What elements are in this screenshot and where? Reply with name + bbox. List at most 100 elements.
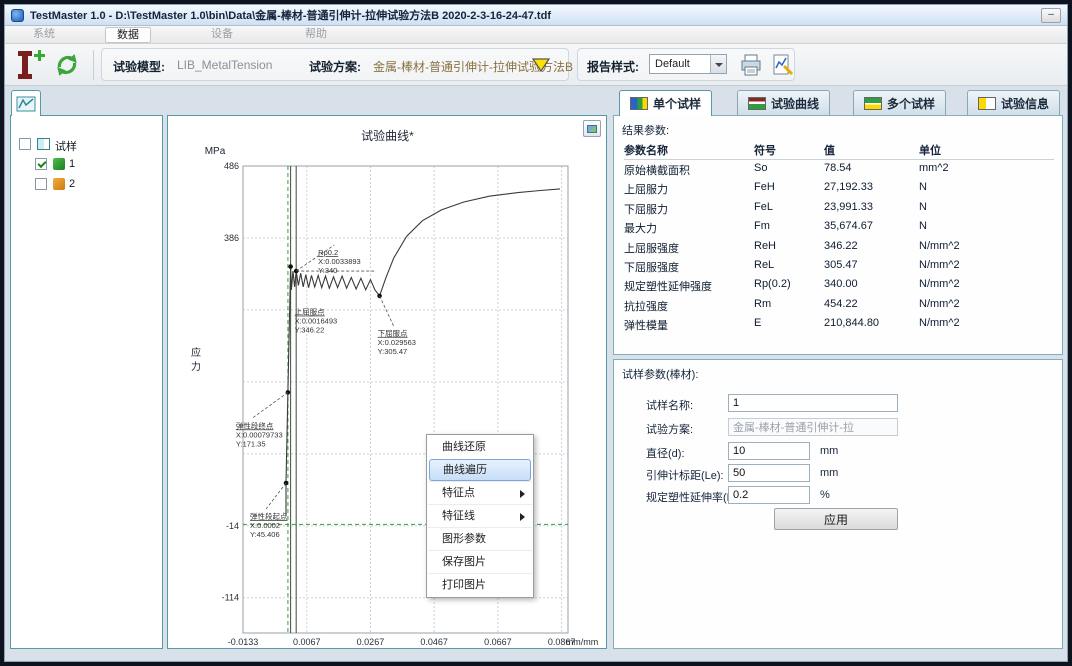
svg-text:mm/mm: mm/mm: [566, 637, 599, 647]
table-row: 上屈服力FeH27,192.33N: [624, 181, 1054, 200]
specimen-name-label: 试样名称:: [646, 397, 693, 413]
toolbar-separator: [93, 50, 94, 80]
scheme-field-value: [728, 418, 898, 436]
svg-text:试验曲线*: 试验曲线*: [361, 128, 414, 143]
scheme-label: 试验方案:: [309, 58, 361, 75]
column-header: 单位: [919, 142, 941, 158]
report-style-value: Default: [655, 58, 690, 70]
table-cell: 346.22: [824, 240, 858, 252]
combo-arrow-icon[interactable]: [710, 55, 726, 73]
diameter-unit: mm: [820, 445, 838, 457]
report-design-button[interactable]: [767, 49, 799, 81]
menu-item-feature-lines[interactable]: 特征线: [428, 504, 532, 527]
table-cell: So: [754, 162, 767, 174]
menu-item-graph-parameters[interactable]: 图形参数: [428, 527, 532, 550]
svg-text:-14: -14: [226, 521, 239, 531]
specimen-2-checkbox[interactable]: [35, 178, 47, 190]
table-cell: Rm: [754, 298, 771, 310]
svg-text:-0.0133: -0.0133: [228, 637, 259, 647]
specimen-1-icon: [53, 158, 65, 170]
menu-bar: 系统 数据 设备 帮助: [5, 26, 1067, 44]
tab-multiple-specimens[interactable]: 多个试样: [853, 90, 946, 116]
menu-item-curve-traverse[interactable]: 曲线遍历: [429, 459, 531, 481]
chart-export-button[interactable]: [583, 120, 601, 137]
table-cell: N: [919, 201, 927, 213]
svg-text:-114: -114: [222, 593, 239, 603]
svg-text:应: 应: [191, 346, 201, 359]
tab-test-info[interactable]: 试验信息: [967, 90, 1060, 116]
tab-single-specimen[interactable]: 单个试样: [619, 90, 712, 116]
table-cell: FeH: [754, 181, 775, 193]
curve-view-tab[interactable]: [11, 90, 41, 116]
specimen-name-input[interactable]: [728, 394, 898, 412]
table-cell: Fm: [754, 220, 770, 232]
tree-item-specimen-2[interactable]: 2: [69, 178, 75, 190]
apply-button[interactable]: 应用: [774, 508, 898, 530]
menu-item-feature-points[interactable]: 特征点: [428, 481, 532, 504]
table-cell: 35,674.67: [824, 220, 873, 232]
tree-item-specimen-1[interactable]: 1: [69, 158, 75, 170]
menu-item-print-image[interactable]: 打印图片: [428, 573, 532, 596]
table-row: 最大力Fm35,674.67N: [624, 220, 1054, 239]
table-cell: 340.00: [824, 278, 858, 290]
svg-text:0.0067: 0.0067: [293, 637, 321, 647]
report-style-label: 报告样式:: [587, 58, 639, 75]
table-row: 原始横截面积So78.54mm^2: [624, 162, 1054, 181]
specimen-group-icon: [37, 138, 50, 150]
plastic-extension-input[interactable]: [728, 486, 810, 504]
dropdown-triangle-icon: [532, 58, 550, 72]
menu-item-label: 特征线: [442, 510, 475, 522]
app-window: TestMaster 1.0 - D:\TestMaster 1.0\bin\D…: [4, 4, 1068, 662]
svg-text:Y:340: Y:340: [318, 266, 337, 275]
diameter-input[interactable]: [728, 442, 810, 460]
svg-text:弹性段起点: 弹性段起点: [250, 511, 288, 521]
svg-text:Y:305.47: Y:305.47: [378, 347, 408, 356]
splitter-right[interactable]: [607, 115, 611, 649]
minimize-button[interactable]: –: [1041, 8, 1061, 23]
column-header: 参数名称: [624, 142, 668, 158]
gauge-length-input[interactable]: [728, 464, 810, 482]
column-header: 值: [824, 142, 835, 158]
chart-panel: -0.01330.00670.02670.04670.06670.0867486…: [167, 115, 607, 649]
svg-text:0.0267: 0.0267: [357, 637, 385, 647]
table-cell: 最大力: [624, 220, 657, 236]
tab-label: 单个试样: [653, 95, 701, 112]
menu-item-device[interactable]: 设备: [199, 27, 245, 43]
table-row: 上屈服强度ReH346.22N/mm^2: [624, 240, 1054, 259]
table-cell: FeL: [754, 201, 773, 213]
root-checkbox[interactable]: [19, 138, 31, 150]
table-cell: N/mm^2: [919, 259, 960, 271]
refresh-button[interactable]: [51, 49, 83, 81]
tree-root-label[interactable]: 试样: [55, 138, 77, 154]
tab-test-curve[interactable]: 试验曲线: [737, 90, 830, 116]
table-row: 下屈服强度ReL305.47N/mm^2: [624, 259, 1054, 278]
table-cell: E: [754, 317, 761, 329]
single-specimen-tab-icon: [630, 97, 648, 110]
window-title: TestMaster 1.0 - D:\TestMaster 1.0\bin\D…: [30, 7, 1035, 23]
table-row: 弹性模量E210,844.80N/mm^2: [624, 317, 1054, 336]
add-specimen-button[interactable]: [13, 49, 45, 81]
menu-item-system[interactable]: 系统: [21, 27, 67, 43]
specimen-1-checkbox[interactable]: [35, 158, 47, 170]
refresh-icon: [54, 52, 80, 78]
scheme-dropdown-button[interactable]: [529, 49, 553, 81]
chart-context-menu: 曲线还原 曲线遍历 特征点 特征线 图形参数 保存图片 打印图片: [426, 434, 534, 598]
column-header: 符号: [754, 142, 776, 158]
print-button[interactable]: [735, 49, 767, 81]
menu-item-save-image[interactable]: 保存图片: [428, 550, 532, 573]
report-style-select[interactable]: Default: [649, 54, 727, 74]
menu-item-data[interactable]: 数据: [105, 27, 151, 43]
stress-strain-chart[interactable]: -0.01330.00670.02670.04670.06670.0867486…: [168, 116, 606, 648]
menu-item-help[interactable]: 帮助: [293, 27, 339, 43]
model-label: 试验模型:: [113, 58, 165, 75]
specimen-add-icon: [14, 50, 44, 80]
table-cell: N/mm^2: [919, 298, 960, 310]
svg-text:Rp0.2: Rp0.2: [318, 248, 338, 257]
image-icon: [587, 125, 597, 133]
svg-text:力: 力: [191, 360, 201, 373]
menu-item-curve-restore[interactable]: 曲线还原: [428, 436, 532, 459]
specimen-tree-panel: 试样 1 2: [10, 115, 163, 649]
svg-text:0.0667: 0.0667: [484, 637, 512, 647]
plastic-extension-unit: %: [820, 489, 830, 501]
table-row: 规定塑性延伸强度Rp(0.2)340.00N/mm^2: [624, 278, 1054, 297]
